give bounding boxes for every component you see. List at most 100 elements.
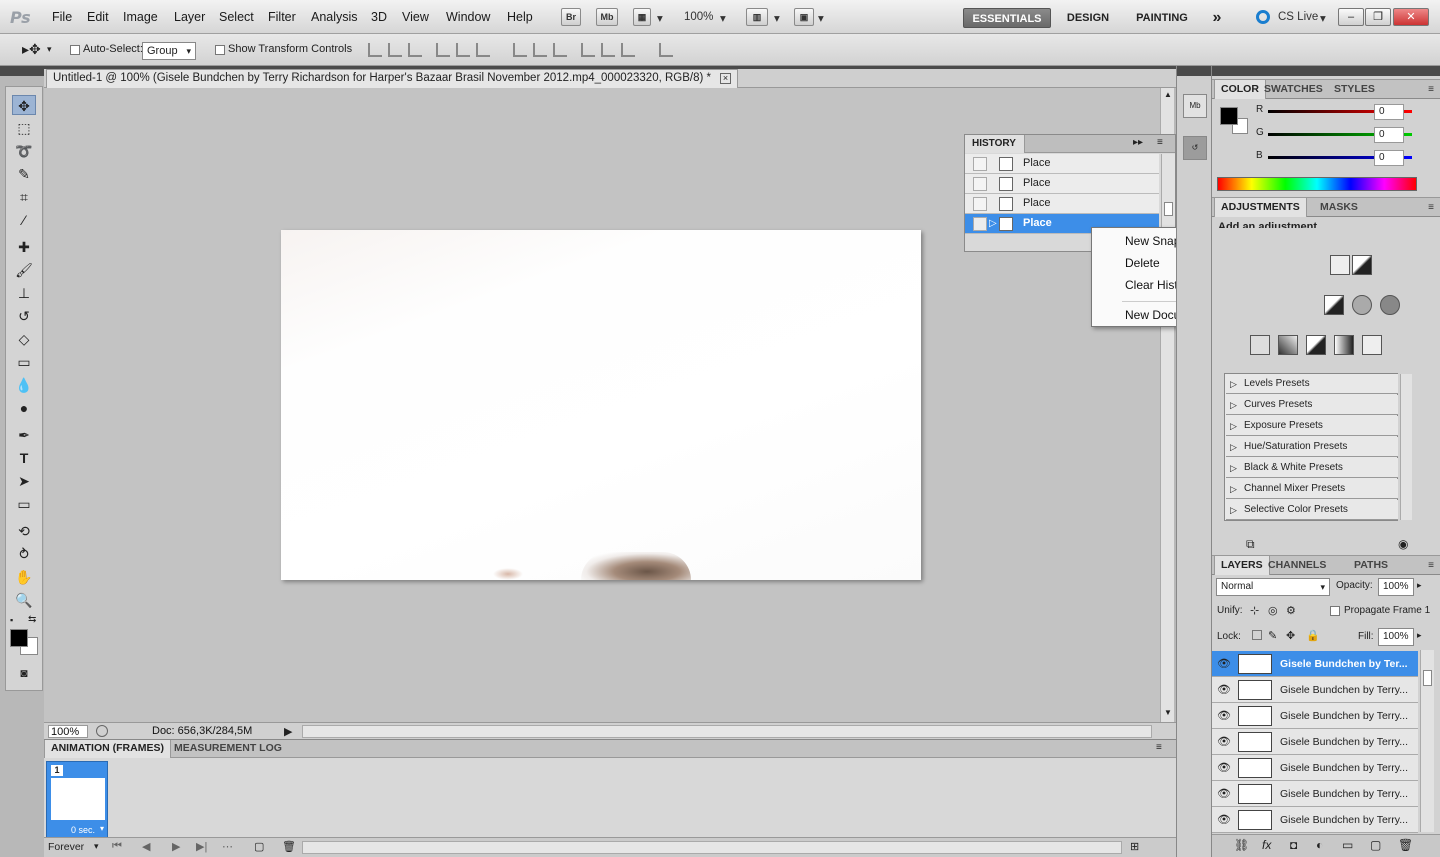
- scroll-thumb[interactable]: [1164, 202, 1173, 216]
- layer-style-icon[interactable]: fx: [1262, 838, 1271, 852]
- layer-row[interactable]: 👁 Gisele Bundchen by Terry...: [1212, 755, 1418, 781]
- convert-timeline-icon[interactable]: ⊞: [1130, 840, 1139, 853]
- threshold-adjustment-icon[interactable]: [1306, 335, 1326, 355]
- path-selection-tool-icon[interactable]: ➤: [12, 471, 36, 491]
- exposure-adjustment-icon[interactable]: [1352, 255, 1372, 275]
- history-row[interactable]: Place: [965, 174, 1159, 194]
- history-source-checkbox[interactable]: [973, 177, 987, 191]
- distribute-hcenter-icon[interactable]: [601, 43, 615, 57]
- opacity-arrow-icon[interactable]: ▸: [1417, 580, 1422, 591]
- eraser-tool-icon[interactable]: ◇: [12, 329, 36, 349]
- chevron-down-icon[interactable]: ▾: [47, 44, 52, 55]
- lasso-tool-icon[interactable]: ➰: [12, 141, 36, 161]
- tab-adjustments[interactable]: ADJUSTMENTS: [1214, 198, 1307, 217]
- preset-hue-saturation[interactable]: Hue/Saturation Presets: [1226, 437, 1398, 457]
- history-row[interactable]: Place: [965, 194, 1159, 214]
- layer-row-selected[interactable]: 👁 Gisele Bundchen by Ter...: [1212, 651, 1418, 677]
- document-canvas[interactable]: [281, 230, 921, 580]
- selective-color-adjustment-icon[interactable]: [1362, 335, 1382, 355]
- type-tool-icon[interactable]: T: [12, 448, 36, 468]
- menu-item-delete[interactable]: Delete: [1125, 256, 1160, 270]
- history-source-checkbox[interactable]: [973, 157, 987, 171]
- scroll-down-icon[interactable]: ▼: [1164, 708, 1172, 717]
- distribute-top-icon[interactable]: [513, 43, 527, 57]
- tab-styles[interactable]: STYLES: [1328, 80, 1381, 99]
- black-white-adjustment-icon[interactable]: [1324, 295, 1344, 315]
- preset-channel-mixer[interactable]: Channel Mixer Presets: [1226, 479, 1398, 499]
- foreground-color-swatch[interactable]: [1220, 107, 1238, 125]
- chevron-down-icon[interactable]: ▾: [774, 11, 780, 25]
- chevron-down-icon[interactable]: ▾: [94, 841, 99, 852]
- mini-bridge-panel-icon[interactable]: Mb: [1183, 94, 1207, 118]
- close-icon[interactable]: ×: [720, 73, 731, 84]
- animation-scrollbar[interactable]: [302, 841, 1122, 854]
- chevron-down-icon[interactable]: ▾: [100, 824, 104, 833]
- layers-scrollbar[interactable]: [1420, 650, 1434, 832]
- menu-filter[interactable]: Filter: [268, 10, 296, 24]
- history-tab[interactable]: HISTORY: [965, 135, 1025, 153]
- menu-file[interactable]: File: [52, 10, 72, 24]
- dock-collapse-bar[interactable]: [1177, 66, 1211, 76]
- link-layers-icon[interactable]: ⛓: [1234, 838, 1249, 852]
- history-scrollbar[interactable]: [1161, 154, 1175, 234]
- preset-levels[interactable]: Levels Presets: [1226, 374, 1398, 394]
- cs-live-menu[interactable]: CS Live: [1278, 11, 1318, 23]
- green-value[interactable]: 0: [1374, 127, 1404, 143]
- horizontal-scrollbar[interactable]: [302, 725, 1152, 738]
- align-right-icon[interactable]: [476, 43, 490, 57]
- more-workspaces-icon[interactable]: »: [1204, 8, 1230, 28]
- new-layer-icon[interactable]: ▢: [1370, 838, 1381, 852]
- zoom-tool-icon[interactable]: 🔍: [12, 590, 36, 610]
- scroll-up-icon[interactable]: ▲: [1164, 90, 1172, 99]
- quick-mask-icon[interactable]: ◙: [12, 663, 36, 683]
- blend-mode-dropdown[interactable]: Normal ▾: [1216, 578, 1330, 596]
- history-source-checkbox[interactable]: [973, 217, 987, 231]
- panel-menu-icon[interactable]: ≡: [1156, 742, 1162, 753]
- fill-field[interactable]: 100%: [1378, 628, 1414, 646]
- play-icon[interactable]: ▶: [172, 840, 180, 853]
- menu-window[interactable]: Window: [446, 10, 490, 24]
- preset-black-white[interactable]: Black & White Presets: [1226, 458, 1398, 478]
- default-colors-icon[interactable]: ▪: [10, 615, 13, 625]
- animation-frame[interactable]: 1 0 sec. ▾: [46, 761, 108, 838]
- unify-visibility-icon[interactable]: ◎: [1268, 604, 1278, 617]
- tab-swatches[interactable]: SWATCHES: [1258, 80, 1329, 99]
- blur-tool-icon[interactable]: 💧: [12, 375, 36, 395]
- duplicate-frame-icon[interactable]: ▢: [254, 840, 264, 853]
- fill-arrow-icon[interactable]: ▸: [1417, 630, 1422, 641]
- panel-menu-icon[interactable]: ≡: [1428, 202, 1434, 213]
- quick-selection-tool-icon[interactable]: ✎: [12, 164, 36, 184]
- panel-menu-icon[interactable]: ≡: [1428, 560, 1434, 571]
- preset-exposure[interactable]: Exposure Presets: [1226, 416, 1398, 436]
- menu-help[interactable]: Help: [507, 10, 533, 24]
- status-menu-arrow-icon[interactable]: ▶: [284, 725, 292, 738]
- align-top-icon[interactable]: [368, 43, 382, 57]
- channel-mixer-adjustment-icon[interactable]: [1380, 295, 1400, 315]
- eye-icon[interactable]: 👁: [1217, 813, 1231, 826]
- swap-colors-icon[interactable]: ⇆: [28, 614, 36, 625]
- menu-analysis[interactable]: Analysis: [311, 10, 358, 24]
- history-source-checkbox[interactable]: [973, 197, 987, 211]
- view-previous-state-icon[interactable]: ◉: [1398, 537, 1408, 551]
- eyedropper-tool-icon[interactable]: ⁄: [12, 210, 36, 230]
- eye-icon[interactable]: 👁: [1217, 787, 1231, 800]
- align-vcenter-icon[interactable]: [388, 43, 402, 57]
- gradient-map-adjustment-icon[interactable]: [1334, 335, 1354, 355]
- tab-animation-frames[interactable]: ANIMATION (FRAMES): [44, 740, 171, 758]
- eye-icon[interactable]: 👁: [1217, 761, 1231, 774]
- menu-3d[interactable]: 3D: [371, 10, 387, 24]
- frame-delay[interactable]: 0 sec.: [71, 825, 95, 835]
- gradient-tool-icon[interactable]: ▭: [12, 352, 36, 372]
- auto-select-checkbox[interactable]: [70, 45, 80, 55]
- lock-all-icon[interactable]: 🔒: [1306, 629, 1320, 642]
- move-tool-icon[interactable]: ✥: [12, 95, 36, 115]
- workspace-painting[interactable]: PAINTING: [1126, 8, 1198, 28]
- collapse-icon[interactable]: ▸▸: [1133, 137, 1143, 148]
- panel-menu-icon[interactable]: ≡: [1428, 84, 1434, 95]
- align-left-icon[interactable]: [436, 43, 450, 57]
- new-group-icon[interactable]: ▭: [1342, 838, 1353, 852]
- posterize-adjustment-icon[interactable]: [1278, 335, 1298, 355]
- arrange-documents-icon[interactable]: ▥: [746, 8, 768, 26]
- tween-icon[interactable]: ⋯: [222, 840, 233, 853]
- unify-position-icon[interactable]: ⊹: [1250, 604, 1259, 617]
